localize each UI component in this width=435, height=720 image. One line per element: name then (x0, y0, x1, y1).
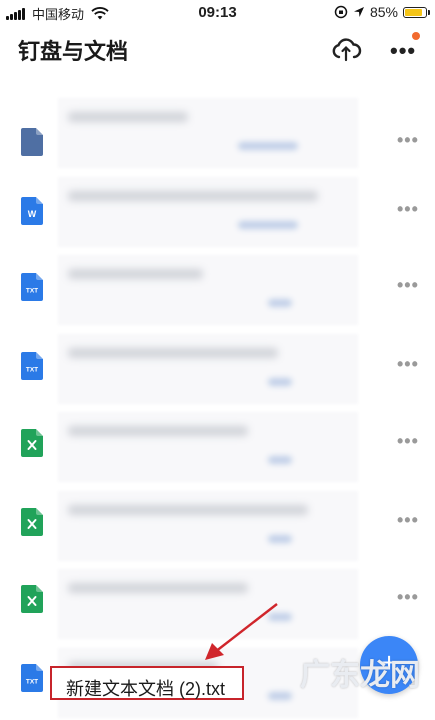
row-more-icon[interactable]: ••• (397, 354, 419, 375)
row-more-icon[interactable]: ••• (397, 130, 419, 151)
battery-icon (403, 7, 427, 18)
file-meta-blurred (238, 142, 298, 150)
file-row-blurred-content (58, 255, 358, 325)
svg-text:TXT: TXT (26, 366, 38, 373)
highlighted-file-box[interactable]: 新建文本文档 (2).txt (50, 666, 244, 700)
file-name-blurred (68, 505, 308, 515)
location-icon (353, 6, 365, 18)
file-row[interactable]: TXT ••• (0, 249, 435, 328)
red-arrow-annotation (195, 600, 285, 670)
svg-text:W: W (28, 209, 37, 219)
row-more-icon[interactable]: ••• (397, 510, 419, 531)
file-row-blurred-content (58, 491, 358, 561)
excel-file-icon (21, 508, 43, 536)
file-meta-blurred (238, 221, 298, 229)
file-row-blurred-content (58, 177, 358, 247)
orientation-lock-icon (334, 5, 348, 19)
file-row-blurred-content (58, 334, 358, 404)
file-name-blurred (68, 583, 248, 593)
file-name-blurred (68, 112, 188, 122)
file-row-blurred-content (58, 98, 358, 168)
file-row[interactable]: ••• (0, 485, 435, 564)
file-name-blurred (68, 269, 203, 279)
file-row[interactable]: W ••• (0, 171, 435, 250)
file-name-blurred (68, 191, 318, 201)
status-bar: 中国移动 09:13 85% (0, 0, 435, 26)
battery-fill (405, 9, 422, 16)
file-row[interactable]: ••• (0, 92, 435, 171)
file-meta-blurred (268, 535, 292, 543)
header-more-button[interactable]: ••• (388, 38, 418, 64)
row-more-icon[interactable]: ••• (397, 199, 419, 220)
file-row-blurred-content (58, 412, 358, 482)
excel-file-icon (21, 429, 43, 457)
cloud-sync-button[interactable] (330, 34, 362, 66)
page-title: 钉盘与文档 (18, 34, 128, 66)
file-meta-blurred (268, 692, 292, 700)
file-name-blurred (68, 426, 248, 436)
txt-file-icon: TXT (21, 664, 43, 692)
file-name-blurred (68, 348, 278, 358)
row-more-icon[interactable]: ••• (397, 275, 419, 296)
header: 钉盘与文档 ••• (0, 28, 435, 72)
notification-dot (412, 32, 420, 40)
generic-file-icon (21, 128, 43, 156)
txt-file-icon: TXT (21, 352, 43, 380)
more-icon: ••• (390, 48, 416, 54)
file-meta-blurred (268, 378, 292, 386)
file-row[interactable]: TXT ••• (0, 328, 435, 407)
file-meta-blurred (268, 299, 292, 307)
watermark: 广东龙网 (300, 650, 420, 694)
row-more-icon[interactable]: ••• (397, 431, 419, 452)
svg-text:TXT: TXT (26, 678, 38, 685)
file-meta-blurred (268, 456, 292, 464)
excel-file-icon (21, 585, 43, 613)
status-right: 85% (334, 4, 427, 20)
battery-percent: 85% (370, 4, 398, 20)
cloud-sync-icon (330, 34, 362, 66)
file-row[interactable]: ••• (0, 406, 435, 485)
svg-text:TXT: TXT (26, 288, 38, 295)
txt-file-icon: TXT (21, 273, 43, 301)
highlighted-file-name: 新建文本文档 (2).txt (66, 675, 225, 701)
row-more-icon[interactable]: ••• (397, 587, 419, 608)
word-file-icon: W (21, 197, 43, 225)
